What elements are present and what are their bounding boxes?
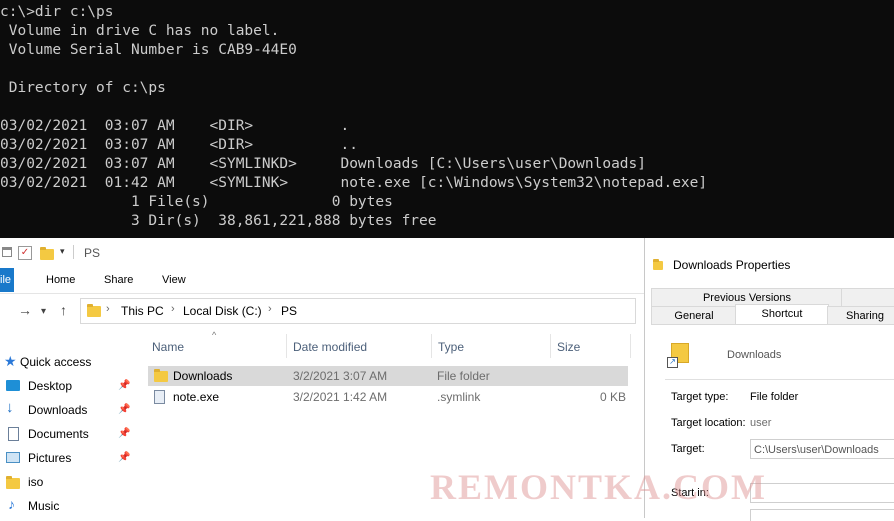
- nav-label: Documents: [28, 427, 89, 441]
- sort-ascending-icon: ^: [212, 330, 217, 340]
- customize-toolbar-chevron-icon[interactable]: ▾: [60, 246, 65, 257]
- column-separator[interactable]: [630, 334, 631, 358]
- shortcut-item-name: Downloads: [727, 349, 782, 361]
- nav-documents[interactable]: Documents 📌: [0, 424, 140, 446]
- column-separator[interactable]: [286, 334, 287, 358]
- file-tab[interactable]: ile: [0, 268, 14, 292]
- up-arrow-icon[interactable]: ↑: [60, 302, 67, 318]
- pin-icon: 📌: [118, 380, 131, 391]
- tab-shortcut[interactable]: Shortcut: [735, 304, 829, 326]
- new-folder-icon[interactable]: [40, 247, 54, 260]
- file-date: 3/2/2021 1:42 AM: [293, 390, 388, 404]
- command-prompt-window[interactable]: c:\>dir c:\ps Volume in drive C has no l…: [0, 0, 894, 238]
- breadcrumb-this-pc[interactable]: This PC: [121, 304, 164, 318]
- console-line: c:\>dir c:\ps: [0, 4, 114, 20]
- dialog-title: Downloads Properties: [673, 258, 791, 272]
- console-line: 3 Dir(s) 38,861,221,888 bytes free: [0, 213, 437, 229]
- file-size: 0 KB: [600, 390, 627, 404]
- star-icon: ★: [4, 353, 17, 369]
- home-tab[interactable]: Home: [46, 274, 75, 286]
- target-location-value: user: [750, 417, 772, 429]
- nav-music[interactable]: ♪ Music: [0, 496, 140, 518]
- nav-desktop[interactable]: Desktop 📌: [0, 376, 140, 398]
- explorer-app-icon: [2, 247, 12, 257]
- address-folder-icon: [87, 304, 101, 317]
- dialog-folder-icon: [653, 259, 663, 270]
- nav-label: Desktop: [28, 379, 73, 393]
- desktop-icon: [6, 380, 20, 391]
- file-type: .symlink: [437, 390, 481, 404]
- nav-label: iso: [28, 475, 44, 489]
- pictures-icon: [6, 452, 20, 463]
- pin-icon: 📌: [118, 428, 131, 439]
- shortcut-key-field[interactable]: [750, 509, 894, 521]
- file-shortcut-icon: [154, 390, 165, 404]
- panel-divider: [665, 379, 894, 380]
- breadcrumb-ps[interactable]: PS: [281, 304, 297, 318]
- console-line: 03/02/2021 03:07 AM <SYMLINKD> Downloads…: [0, 156, 647, 172]
- console-line: Directory of c:\ps: [0, 80, 166, 96]
- view-tab[interactable]: View: [162, 274, 186, 286]
- console-line: Volume Serial Number is CAB9-44E0: [0, 42, 297, 58]
- title-separator: [73, 245, 74, 259]
- music-icon: ♪: [8, 496, 15, 512]
- breadcrumb-local-disk[interactable]: Local Disk (C:): [183, 304, 262, 318]
- console-line: 03/02/2021 03:07 AM <DIR> .: [0, 118, 350, 134]
- breadcrumb-chevron-icon[interactable]: ›: [171, 303, 175, 315]
- nav-label: Pictures: [28, 451, 72, 465]
- column-header-size[interactable]: Size: [557, 340, 580, 354]
- ribbon-tabs: ile Home Share View: [0, 268, 644, 292]
- start-in-field[interactable]: [750, 483, 894, 503]
- file-date: 3/2/2021 3:07 AM: [293, 369, 388, 383]
- nav-pictures[interactable]: Pictures 📌: [0, 448, 140, 470]
- target-field[interactable]: C:\Users\user\Downloads: [750, 439, 894, 459]
- console-line: 03/02/2021 01:42 AM <SYMLINK> note.exe […: [0, 175, 708, 191]
- folder-shortcut-icon: [154, 369, 168, 382]
- nav-label: Downloads: [28, 403, 88, 417]
- pin-icon: 📌: [118, 404, 131, 415]
- column-header-type[interactable]: Type: [438, 340, 464, 354]
- tab-general[interactable]: General: [651, 306, 737, 326]
- recent-locations-chevron-icon[interactable]: ▾: [41, 306, 46, 317]
- document-icon: [8, 427, 19, 441]
- nav-label: Music: [28, 499, 60, 513]
- column-separator[interactable]: [431, 334, 432, 358]
- nav-iso[interactable]: iso: [0, 472, 140, 494]
- forward-arrow-icon[interactable]: →: [18, 302, 32, 318]
- nav-quick-access[interactable]: ★ Quick access: [0, 352, 140, 374]
- nav-downloads[interactable]: ↓ Downloads 📌: [0, 399, 140, 422]
- target-label: Target:: [671, 443, 705, 455]
- file-row-note-exe[interactable]: note.exe 3/2/2021 1:42 AM .symlink 0 KB: [148, 387, 628, 407]
- watermark-text: REMONTKA.COM: [430, 467, 767, 507]
- console-line: Volume in drive C has no label.: [0, 23, 280, 39]
- tab-row1-extra[interactable]: [841, 288, 894, 308]
- quick-access-toolbar: ✓ ▾ PS: [0, 238, 644, 268]
- column-header-name[interactable]: Name: [152, 340, 184, 354]
- folder-icon: [6, 476, 20, 489]
- address-bar[interactable]: › This PC › Local Disk (C:) › PS: [80, 298, 636, 324]
- breadcrumb-chevron-icon[interactable]: ›: [268, 303, 272, 315]
- file-name: Downloads: [173, 369, 233, 383]
- column-separator[interactable]: [550, 334, 551, 358]
- target-location-label: Target location:: [671, 417, 746, 429]
- ribbon-divider: [0, 293, 644, 294]
- console-line: 1 File(s) 0 bytes: [0, 194, 393, 210]
- download-icon: ↓: [6, 399, 14, 416]
- file-row-downloads[interactable]: Downloads 3/2/2021 3:07 AM File folder: [148, 366, 628, 386]
- target-type-label: Target type:: [671, 391, 729, 403]
- properties-check-icon[interactable]: ✓: [18, 246, 32, 260]
- breadcrumb-chevron-icon[interactable]: ›: [106, 303, 110, 315]
- shortcut-arrow-icon: ↗: [667, 357, 678, 368]
- target-type-value: File folder: [750, 391, 799, 403]
- console-line: 03/02/2021 03:07 AM <DIR> ..: [0, 137, 358, 153]
- file-name: note.exe: [173, 390, 220, 404]
- pin-icon: 📌: [118, 452, 131, 463]
- file-type: File folder: [437, 369, 490, 383]
- share-tab[interactable]: Share: [104, 274, 133, 286]
- nav-label: Quick access: [20, 355, 92, 369]
- tab-sharing[interactable]: Sharing: [827, 306, 894, 326]
- window-title: PS: [84, 246, 101, 260]
- column-header-date[interactable]: Date modified: [293, 340, 367, 354]
